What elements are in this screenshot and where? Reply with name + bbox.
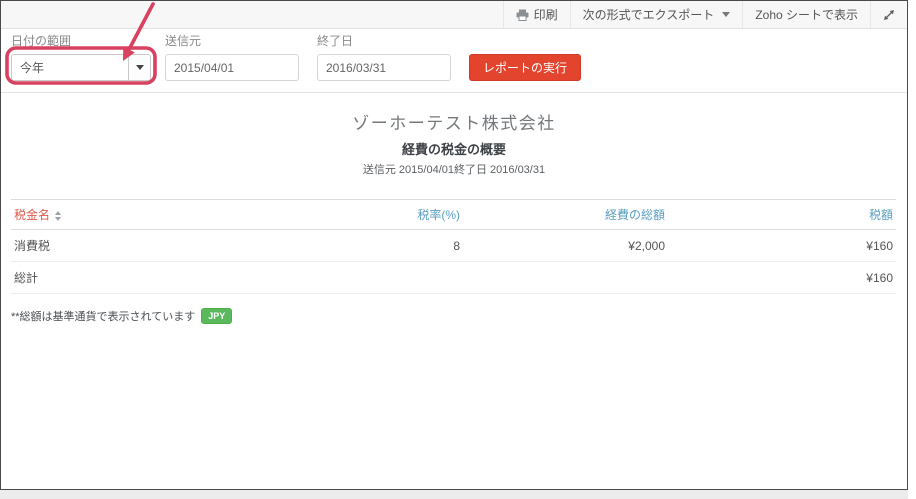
start-date-label: 送信元	[165, 34, 202, 48]
report-title: 経費の税金の概要	[401, 142, 506, 157]
report-header: ゾーホーテスト株式会社 経費の税金の概要 送信元 2015/04/01終了日 2…	[1, 93, 907, 177]
cell-tax-name: 消費税	[11, 229, 311, 262]
report-period: 送信元 2015/04/01終了日 2016/03/31	[362, 164, 546, 176]
cell-tax-rate	[311, 261, 463, 294]
print-button[interactable]: 印刷	[502, 1, 570, 28]
export-label: 次の形式でエクスポート	[582, 8, 715, 22]
date-range-value: 今年	[20, 61, 45, 75]
sort-icon	[55, 210, 62, 221]
end-date-group: 終了日	[317, 35, 451, 81]
table-total-row: 総計 ¥160	[11, 261, 896, 294]
start-date-group: 送信元	[165, 35, 299, 81]
col-header-tax-rate[interactable]: 税率(%)	[311, 199, 463, 230]
footnote-text: **総額は基準通貨で表示されています	[11, 311, 196, 323]
expand-icon	[883, 9, 895, 21]
cell-tax-amount: ¥160	[668, 261, 896, 294]
base-currency-note: **総額は基準通貨で表示されています JPY	[11, 308, 907, 324]
cell-tax-rate: 8	[311, 229, 463, 262]
col-header-tax-name[interactable]: 税金名	[11, 199, 311, 230]
chevron-down-icon	[722, 12, 731, 17]
table-row: 消費税 8 ¥2,000 ¥160	[11, 229, 896, 262]
col-header-expense-total[interactable]: 経費の総額	[463, 199, 668, 230]
company-name: ゾーホーテスト株式会社	[352, 114, 556, 133]
window-bottom-strip	[0, 490, 908, 499]
zoho-sheet-label: Zoho シートで表示	[755, 8, 858, 22]
print-label: 印刷	[533, 8, 558, 22]
date-range-select[interactable]: 今年	[11, 54, 151, 81]
start-date-input[interactable]	[165, 54, 299, 81]
date-range-label: 日付の範囲	[11, 34, 72, 48]
dropdown-arrow-icon[interactable]	[128, 55, 150, 80]
currency-badge: JPY	[201, 308, 233, 324]
report-toolbar: 印刷 次の形式でエクスポート Zoho シートで表示	[1, 1, 907, 29]
filter-bar: 日付の範囲 今年 送信元 終了日 レポートの実行	[1, 29, 907, 93]
cell-expense-total: ¥2,000	[463, 229, 668, 262]
col-header-tax-amount[interactable]: 税額	[668, 199, 896, 230]
cell-tax-amount: ¥160	[668, 229, 896, 262]
cell-tax-name: 総計	[11, 261, 311, 294]
cell-expense-total	[463, 261, 668, 294]
end-date-label: 終了日	[317, 34, 354, 48]
app-window: 印刷 次の形式でエクスポート Zoho シートで表示 日付の範囲 今年 送信元 …	[0, 0, 916, 499]
table-header-row: 税金名 税率(%) 経費の総額 税額	[11, 199, 896, 230]
export-button[interactable]: 次の形式でエクスポート	[569, 1, 743, 28]
printer-icon	[516, 9, 529, 21]
tax-summary-table: 税金名 税率(%) 経費の総額 税額 消費税 8 ¥2,000 ¥160 総計	[11, 199, 896, 294]
zoho-sheet-button[interactable]: Zoho シートで表示	[742, 1, 870, 28]
date-range-group: 日付の範囲 今年	[11, 35, 151, 81]
report-page: 印刷 次の形式でエクスポート Zoho シートで表示 日付の範囲 今年 送信元 …	[0, 0, 908, 490]
end-date-input[interactable]	[317, 54, 451, 81]
run-report-button[interactable]: レポートの実行	[469, 54, 582, 81]
expand-button[interactable]	[870, 1, 907, 28]
